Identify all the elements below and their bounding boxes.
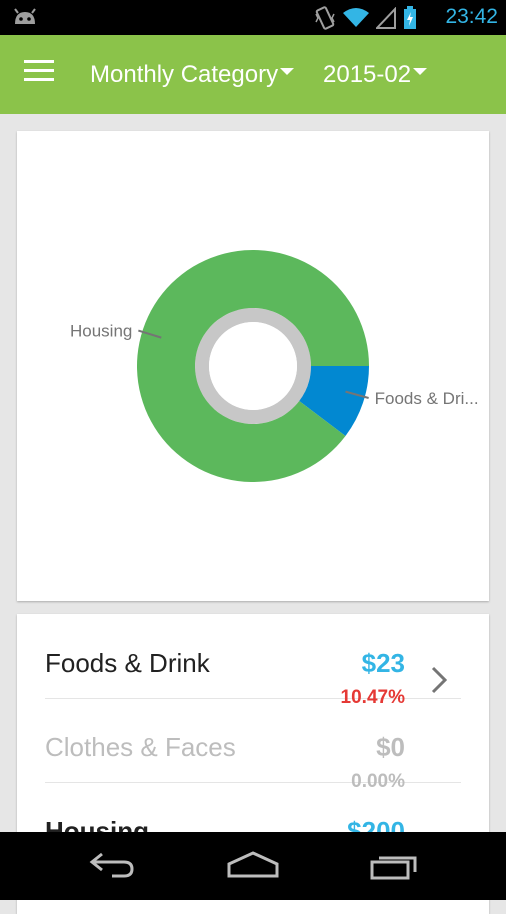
recents-icon[interactable] [369, 850, 419, 885]
item-name: Foods & Drink [45, 648, 210, 678]
home-icon[interactable] [227, 850, 279, 885]
chart-label: Foods & Dri... [375, 389, 479, 408]
signal-icon [374, 6, 396, 34]
caret-down-icon [280, 68, 295, 76]
android-icon [12, 8, 38, 33]
item-amount: $0 [376, 732, 405, 762]
month-dropdown-label: 2015-02 [323, 61, 412, 88]
status-clock: 23:42 [445, 5, 498, 28]
wifi-icon [342, 7, 370, 34]
status-bar: 23:42 [0, 0, 506, 35]
caret-down-icon [413, 68, 428, 76]
chevron-right-icon[interactable] [431, 666, 448, 699]
month-dropdown[interactable]: 2015-02 [323, 61, 428, 89]
battery-charging-icon [402, 6, 418, 35]
category-dropdown[interactable]: Monthly Category [90, 61, 295, 89]
list-item-clothes-faces[interactable]: Clothes & Faces $0 0.00% [45, 698, 461, 792]
item-name: Clothes & Faces [45, 732, 236, 762]
app-bar: Monthly Category 2015-02 [0, 35, 506, 114]
vibrate-icon [314, 6, 336, 35]
back-icon[interactable] [88, 850, 136, 885]
system-nav-bar [0, 832, 506, 900]
donut-chart[interactable]: Housing Foods & Dri... [17, 131, 489, 601]
item-amount: $23 [361, 648, 405, 678]
category-dropdown-label: Monthly Category [90, 61, 279, 88]
list-item-foods-drink[interactable]: Foods & Drink $23 10.47% [45, 614, 461, 708]
chart-label: Housing [70, 322, 132, 341]
menu-button[interactable] [20, 60, 58, 90]
donut-hole [209, 322, 297, 410]
menu-icon [24, 60, 54, 63]
chart-card: Housing Foods & Dri... [17, 131, 489, 601]
